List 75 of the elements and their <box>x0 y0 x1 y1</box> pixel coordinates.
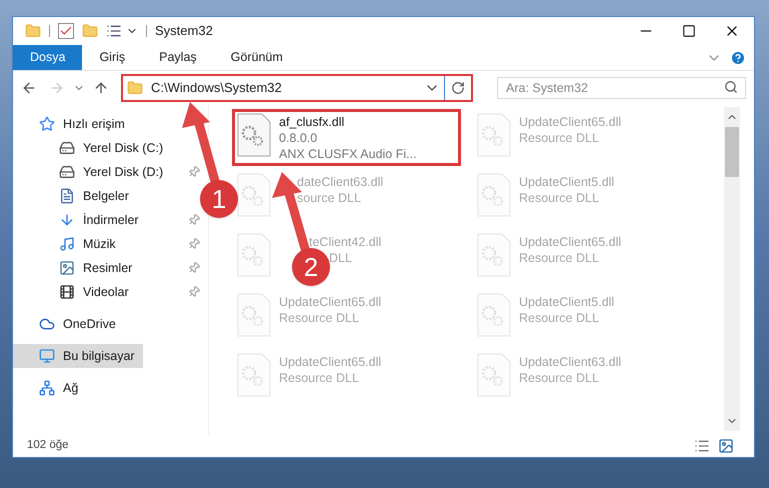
file-name: UpdateClient65.dll <box>519 114 622 130</box>
gear-file-icon <box>237 233 271 277</box>
nav-item[interactable]: Belgeler <box>13 184 137 208</box>
scrollbar[interactable] <box>724 107 740 431</box>
ribbon-tab[interactable]: Paylaş <box>142 45 214 70</box>
file-item[interactable]: af_clusfx.dll 0.8.0.0 ANX CLUSFX Audio Fi... <box>232 109 461 166</box>
file-name: UpdateClient65.dll <box>519 234 622 250</box>
file-name: dateClient63.dll <box>296 174 384 190</box>
file-detail: Resource DLL <box>519 370 599 386</box>
properties-icon[interactable] <box>58 23 74 39</box>
nav-item[interactable]: OneDrive <box>13 312 124 336</box>
nav-item[interactable]: Hızlı erişim <box>13 112 133 136</box>
nav-item[interactable]: Bu bilgisayar <box>13 344 143 368</box>
file-detail: Resource DLL <box>519 190 599 206</box>
window-title: System32 <box>155 22 213 40</box>
file-detail: Resource DLL <box>279 310 359 326</box>
gear-file-icon <box>477 233 511 277</box>
file-detail: Resource DLL <box>519 130 599 146</box>
nav-item[interactable]: Yerel Disk (D:) <box>13 160 172 184</box>
large-icons-view-icon[interactable] <box>718 438 734 454</box>
nav-item[interactable]: Müzik <box>13 232 124 256</box>
address-bar[interactable]: C:\Windows\System32 <box>121 74 473 102</box>
file-detail: Resource DLL <box>519 310 599 326</box>
up-icon[interactable] <box>93 80 109 96</box>
search-field[interactable]: Ara: System32 <box>497 77 746 99</box>
gear-file-icon <box>237 113 271 157</box>
gear-file-icon <box>477 293 511 337</box>
picture-icon <box>59 260 75 276</box>
ribbon-tab[interactable]: Giriş <box>82 45 142 70</box>
ribbon-tab[interactable]: Dosya <box>13 45 82 70</box>
drive-icon <box>59 164 75 180</box>
gear-file-icon <box>237 293 271 337</box>
document-icon <box>59 188 75 204</box>
search-icon <box>724 80 738 94</box>
maximize-icon[interactable] <box>682 24 696 38</box>
gear-file-icon <box>237 353 271 397</box>
file-detail: ANX CLUSFX Audio Fi... <box>279 146 417 162</box>
file-name: UpdateClient5.dll <box>519 294 614 310</box>
network-icon <box>39 380 55 396</box>
file-name: UpdateClient65.dll <box>279 354 382 370</box>
monitor-icon <box>39 348 55 364</box>
nav-item[interactable]: İndirmeler <box>13 208 147 232</box>
nav-item[interactable]: Ağ <box>13 376 86 400</box>
drive-icon <box>59 140 75 156</box>
file-detail: 0.8.0.0 <box>279 130 318 146</box>
nav-item[interactable]: Videolar <box>13 280 137 304</box>
cloud-icon <box>39 316 55 332</box>
scrollbar-thumb[interactable] <box>725 127 739 177</box>
star-icon <box>39 116 55 132</box>
gear-file-icon <box>477 353 511 397</box>
file-detail: source DLL <box>296 190 361 206</box>
refresh-icon[interactable] <box>451 81 465 95</box>
file-detail: DLL <box>328 250 352 266</box>
file-name: teClient42.dll <box>308 234 382 250</box>
help-icon[interactable] <box>730 50 746 66</box>
nav-item[interactable]: Yerel Disk (C:) <box>13 136 172 160</box>
file-detail: Resource DLL <box>519 250 599 266</box>
item-count: 102 öğe <box>27 438 69 454</box>
gear-file-icon <box>237 173 271 217</box>
nav-item[interactable]: Resimler <box>13 256 140 280</box>
gear-file-icon <box>477 113 511 157</box>
gear-file-icon <box>477 173 511 217</box>
film-icon <box>59 284 75 300</box>
details-view-icon[interactable] <box>694 438 710 454</box>
file-detail: Resource DLL <box>279 370 359 386</box>
address-path: C:\Windows\System32 <box>151 79 283 98</box>
folder-icon <box>127 80 143 96</box>
back-icon[interactable] <box>21 80 37 96</box>
view-icon[interactable] <box>106 23 122 39</box>
ribbon-tab[interactable]: Görünüm <box>214 45 300 70</box>
file-name: UpdateClient5.dll <box>519 174 614 190</box>
file-name: UpdateClient63.dll <box>519 354 622 370</box>
file-name: UpdateClient65.dll <box>279 294 382 310</box>
music-note-icon <box>59 236 75 252</box>
file-name: af_clusfx.dll <box>279 114 344 130</box>
